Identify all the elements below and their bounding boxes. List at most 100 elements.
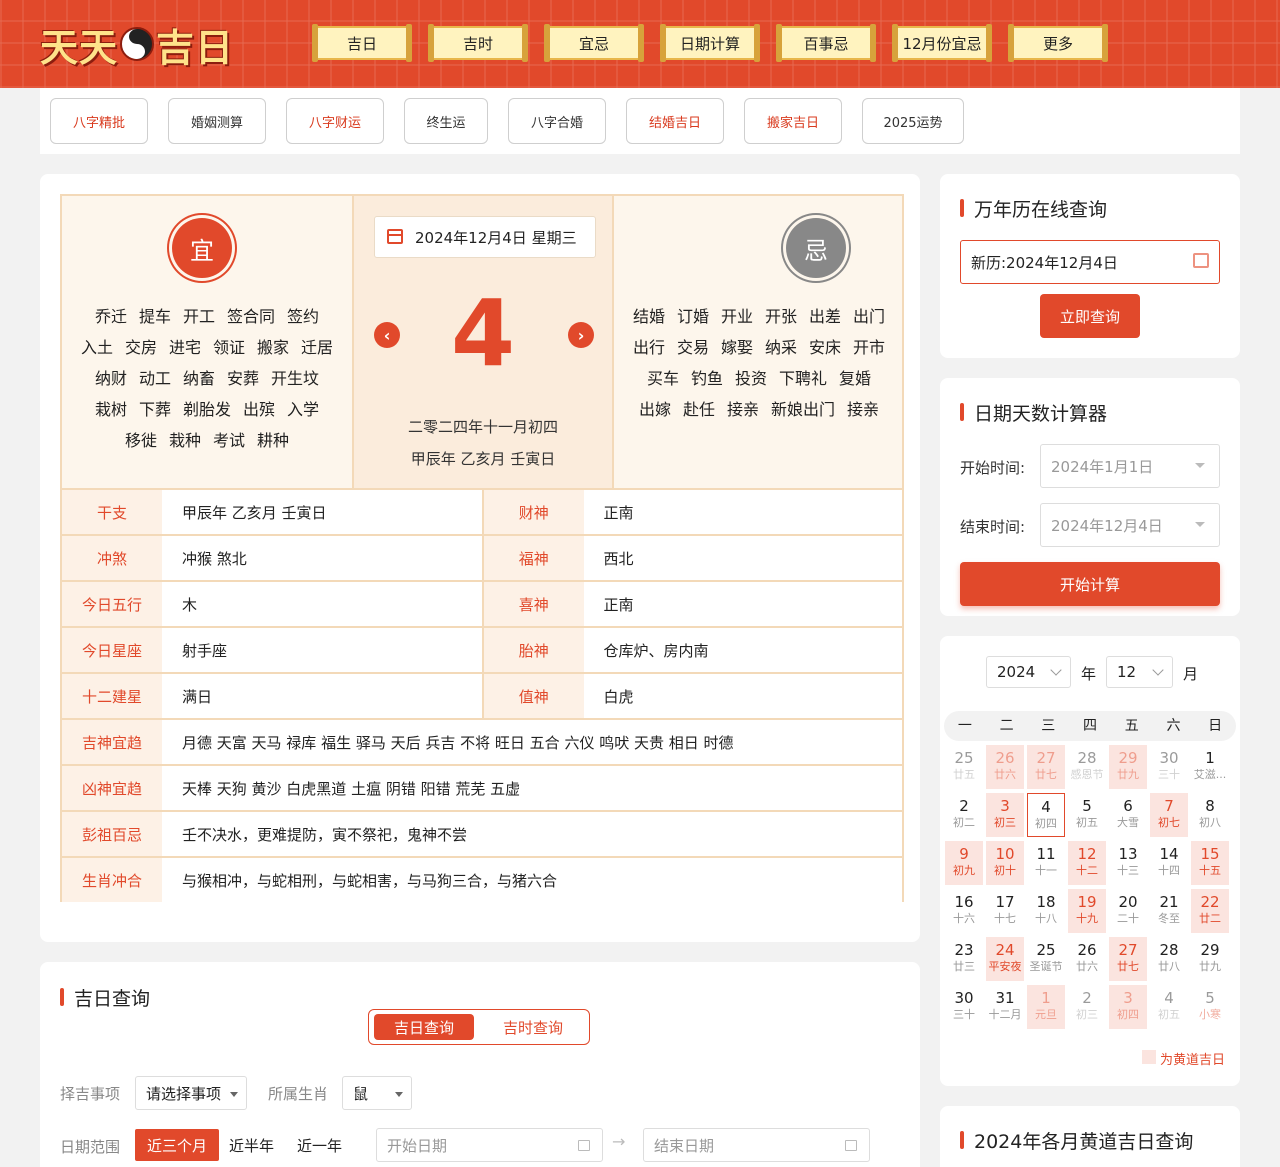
- range-3-months[interactable]: 近三个月: [135, 1129, 219, 1161]
- nav-yiji[interactable]: 宜忌: [544, 24, 644, 62]
- year-select[interactable]: 2024: [986, 656, 1071, 688]
- calendar-day[interactable]: 21 冬至: [1150, 889, 1188, 933]
- tag-jiehun-jiri[interactable]: 结婚吉日: [626, 98, 724, 144]
- calendar-day[interactable]: 30 三十: [1150, 745, 1188, 789]
- calendar-day[interactable]: 7 初七: [1150, 793, 1188, 837]
- start-time-select[interactable]: 2024年1月1日: [1040, 444, 1220, 488]
- day-lunar: 十五: [1199, 864, 1221, 877]
- calendar-day[interactable]: 24 平安夜: [986, 937, 1024, 981]
- tag-hunyin[interactable]: 婚姻测算: [168, 98, 266, 144]
- calendar-day[interactable]: 10 初十: [986, 841, 1024, 885]
- calendar-day[interactable]: 27 廿七: [1109, 937, 1147, 981]
- nav-dec-yiji[interactable]: 12月份宜忌: [892, 24, 992, 62]
- tag-zhongshengyun[interactable]: 终生运: [404, 98, 488, 144]
- day-number: 15: [1200, 845, 1220, 863]
- calendar-day[interactable]: 18 十八: [1027, 889, 1065, 933]
- query-button[interactable]: 立即查询: [1040, 294, 1140, 338]
- detail-label: 财神: [484, 490, 584, 534]
- calendar-day[interactable]: 8 初八: [1191, 793, 1229, 837]
- event-select[interactable]: 请选择事项: [135, 1076, 247, 1110]
- tag-banjia-jiri[interactable]: 搬家吉日: [744, 98, 842, 144]
- calendar-day[interactable]: 26 廿六: [986, 745, 1024, 789]
- detail-label: 生肖冲合: [62, 858, 162, 902]
- tag-bazi-caiyun[interactable]: 八字财运: [286, 98, 384, 144]
- nav-baishiji[interactable]: 百事忌: [776, 24, 876, 62]
- almanac-details: 干支 甲辰年 乙亥月 壬寅日 财神 正南 冲煞 冲猴 煞北 福神 西北 今日五行木喜神 正南 今日星…: [62, 488, 902, 902]
- calendar-day[interactable]: 28 感恩节: [1068, 745, 1106, 789]
- calendar-day[interactable]: 1 元旦: [1027, 985, 1065, 1029]
- calendar-day[interactable]: 26 廿六: [1068, 937, 1106, 981]
- weekday-label: 四: [1083, 718, 1098, 734]
- tag-2025-yunshi[interactable]: 2025运势: [862, 98, 964, 144]
- calendar-day[interactable]: 23 廿三: [945, 937, 983, 981]
- calc-button[interactable]: 开始计算: [960, 562, 1220, 606]
- calendar-day[interactable]: 13 十三: [1109, 841, 1147, 885]
- calendar-day[interactable]: 5 初五: [1068, 793, 1106, 837]
- calendar-day[interactable]: 25 廿五: [945, 745, 983, 789]
- yinyang-icon: [120, 27, 155, 61]
- year-value: 2024: [997, 663, 1036, 681]
- zodiac-select[interactable]: 鼠: [342, 1076, 412, 1110]
- site-logo[interactable]: 天天 吉日: [40, 18, 234, 70]
- calendar-day[interactable]: 29 廿九: [1191, 937, 1229, 981]
- calendar-day[interactable]: 19 十九: [1068, 889, 1106, 933]
- nav-date-calc[interactable]: 日期计算: [660, 24, 760, 62]
- calendar-day[interactable]: 28 廿八: [1150, 937, 1188, 981]
- calendar-day[interactable]: 2 初三: [1068, 985, 1106, 1029]
- day-lunar: 初三: [1076, 1008, 1098, 1021]
- date-picker[interactable]: 2024年12月4日 星期三: [374, 216, 596, 258]
- calendar-day[interactable]: 3 初三: [986, 793, 1024, 837]
- day-number: 25: [1036, 941, 1056, 959]
- day-number: 8: [1205, 797, 1215, 815]
- tab-jiri-query[interactable]: 吉日查询: [374, 1014, 474, 1040]
- ji-item: 安床: [809, 338, 842, 357]
- calendar-day[interactable]: 5 小寒: [1191, 985, 1229, 1029]
- query-date-value: 新历:2024年12月4日: [971, 253, 1118, 272]
- detail-label: 凶神宜趋: [62, 766, 162, 810]
- year-unit: 年: [1081, 665, 1097, 683]
- calendar-day[interactable]: 17 十七: [986, 889, 1024, 933]
- calendar-day[interactable]: 16 十六: [945, 889, 983, 933]
- calendar-day[interactable]: 15 十五: [1191, 841, 1229, 885]
- calendar-day[interactable]: 4 初五: [1150, 985, 1188, 1029]
- nav-jiri[interactable]: 吉日: [312, 24, 412, 62]
- calendar-day[interactable]: 9 初九: [945, 841, 983, 885]
- next-day-button[interactable]: ›: [568, 322, 594, 348]
- end-date-input[interactable]: 结束日期: [643, 1128, 870, 1162]
- calendar-day[interactable]: 2 初二: [945, 793, 983, 837]
- calendar-day[interactable]: 14 十四: [1150, 841, 1188, 885]
- calendar-day[interactable]: 20 二十: [1109, 889, 1147, 933]
- calendar-icon: [387, 229, 403, 244]
- calendar-day[interactable]: 31 十二月: [986, 985, 1024, 1029]
- start-date-input[interactable]: 开始日期: [376, 1128, 603, 1162]
- range-half-year[interactable]: 近半年: [229, 1129, 274, 1161]
- calendar-day[interactable]: 27 廿七: [1027, 745, 1065, 789]
- nav-jishi[interactable]: 吉时: [428, 24, 528, 62]
- tag-bazi-jingpi[interactable]: 八字精批: [50, 98, 148, 144]
- range-one-year[interactable]: 近一年: [297, 1129, 342, 1161]
- calendar-day[interactable]: 3 初四: [1109, 985, 1147, 1029]
- tag-bazi-hehun[interactable]: 八字合婚: [508, 98, 606, 144]
- weekday-label: 二: [999, 718, 1014, 734]
- calendar-day[interactable]: 29 廿九: [1109, 745, 1147, 789]
- monthly-title[interactable]: 2024年各月黄道吉日查询: [960, 1127, 1193, 1154]
- day-number: 27: [1118, 941, 1138, 959]
- calendar-day[interactable]: 1 艾滋...: [1191, 745, 1229, 789]
- end-time-select[interactable]: 2024年12月4日: [1040, 503, 1220, 547]
- month-select[interactable]: 12: [1106, 656, 1173, 688]
- calendar-day[interactable]: 22 廿二: [1191, 889, 1229, 933]
- calendar-day[interactable]: 11 十一: [1027, 841, 1065, 885]
- calendar-day[interactable]: 25 圣诞节: [1027, 937, 1065, 981]
- tab-jishi-query[interactable]: 吉时查询: [483, 1014, 583, 1040]
- calendar-day[interactable]: 4 初四: [1027, 793, 1065, 837]
- day-number: 20: [1118, 893, 1138, 911]
- nav-more[interactable]: 更多: [1008, 24, 1108, 62]
- ganzhi-date: 甲辰年 乙亥月 壬寅日: [410, 450, 556, 468]
- calendar-day[interactable]: 30 三十: [945, 985, 983, 1029]
- query-date-input[interactable]: 新历:2024年12月4日: [960, 240, 1220, 284]
- zodiac-label: 所属生肖: [268, 1085, 329, 1103]
- yi-item: 开工: [182, 307, 215, 326]
- calendar-day[interactable]: 6 大雪: [1109, 793, 1147, 837]
- ji-item: 复婚: [839, 369, 872, 388]
- calendar-day[interactable]: 12 十二: [1068, 841, 1106, 885]
